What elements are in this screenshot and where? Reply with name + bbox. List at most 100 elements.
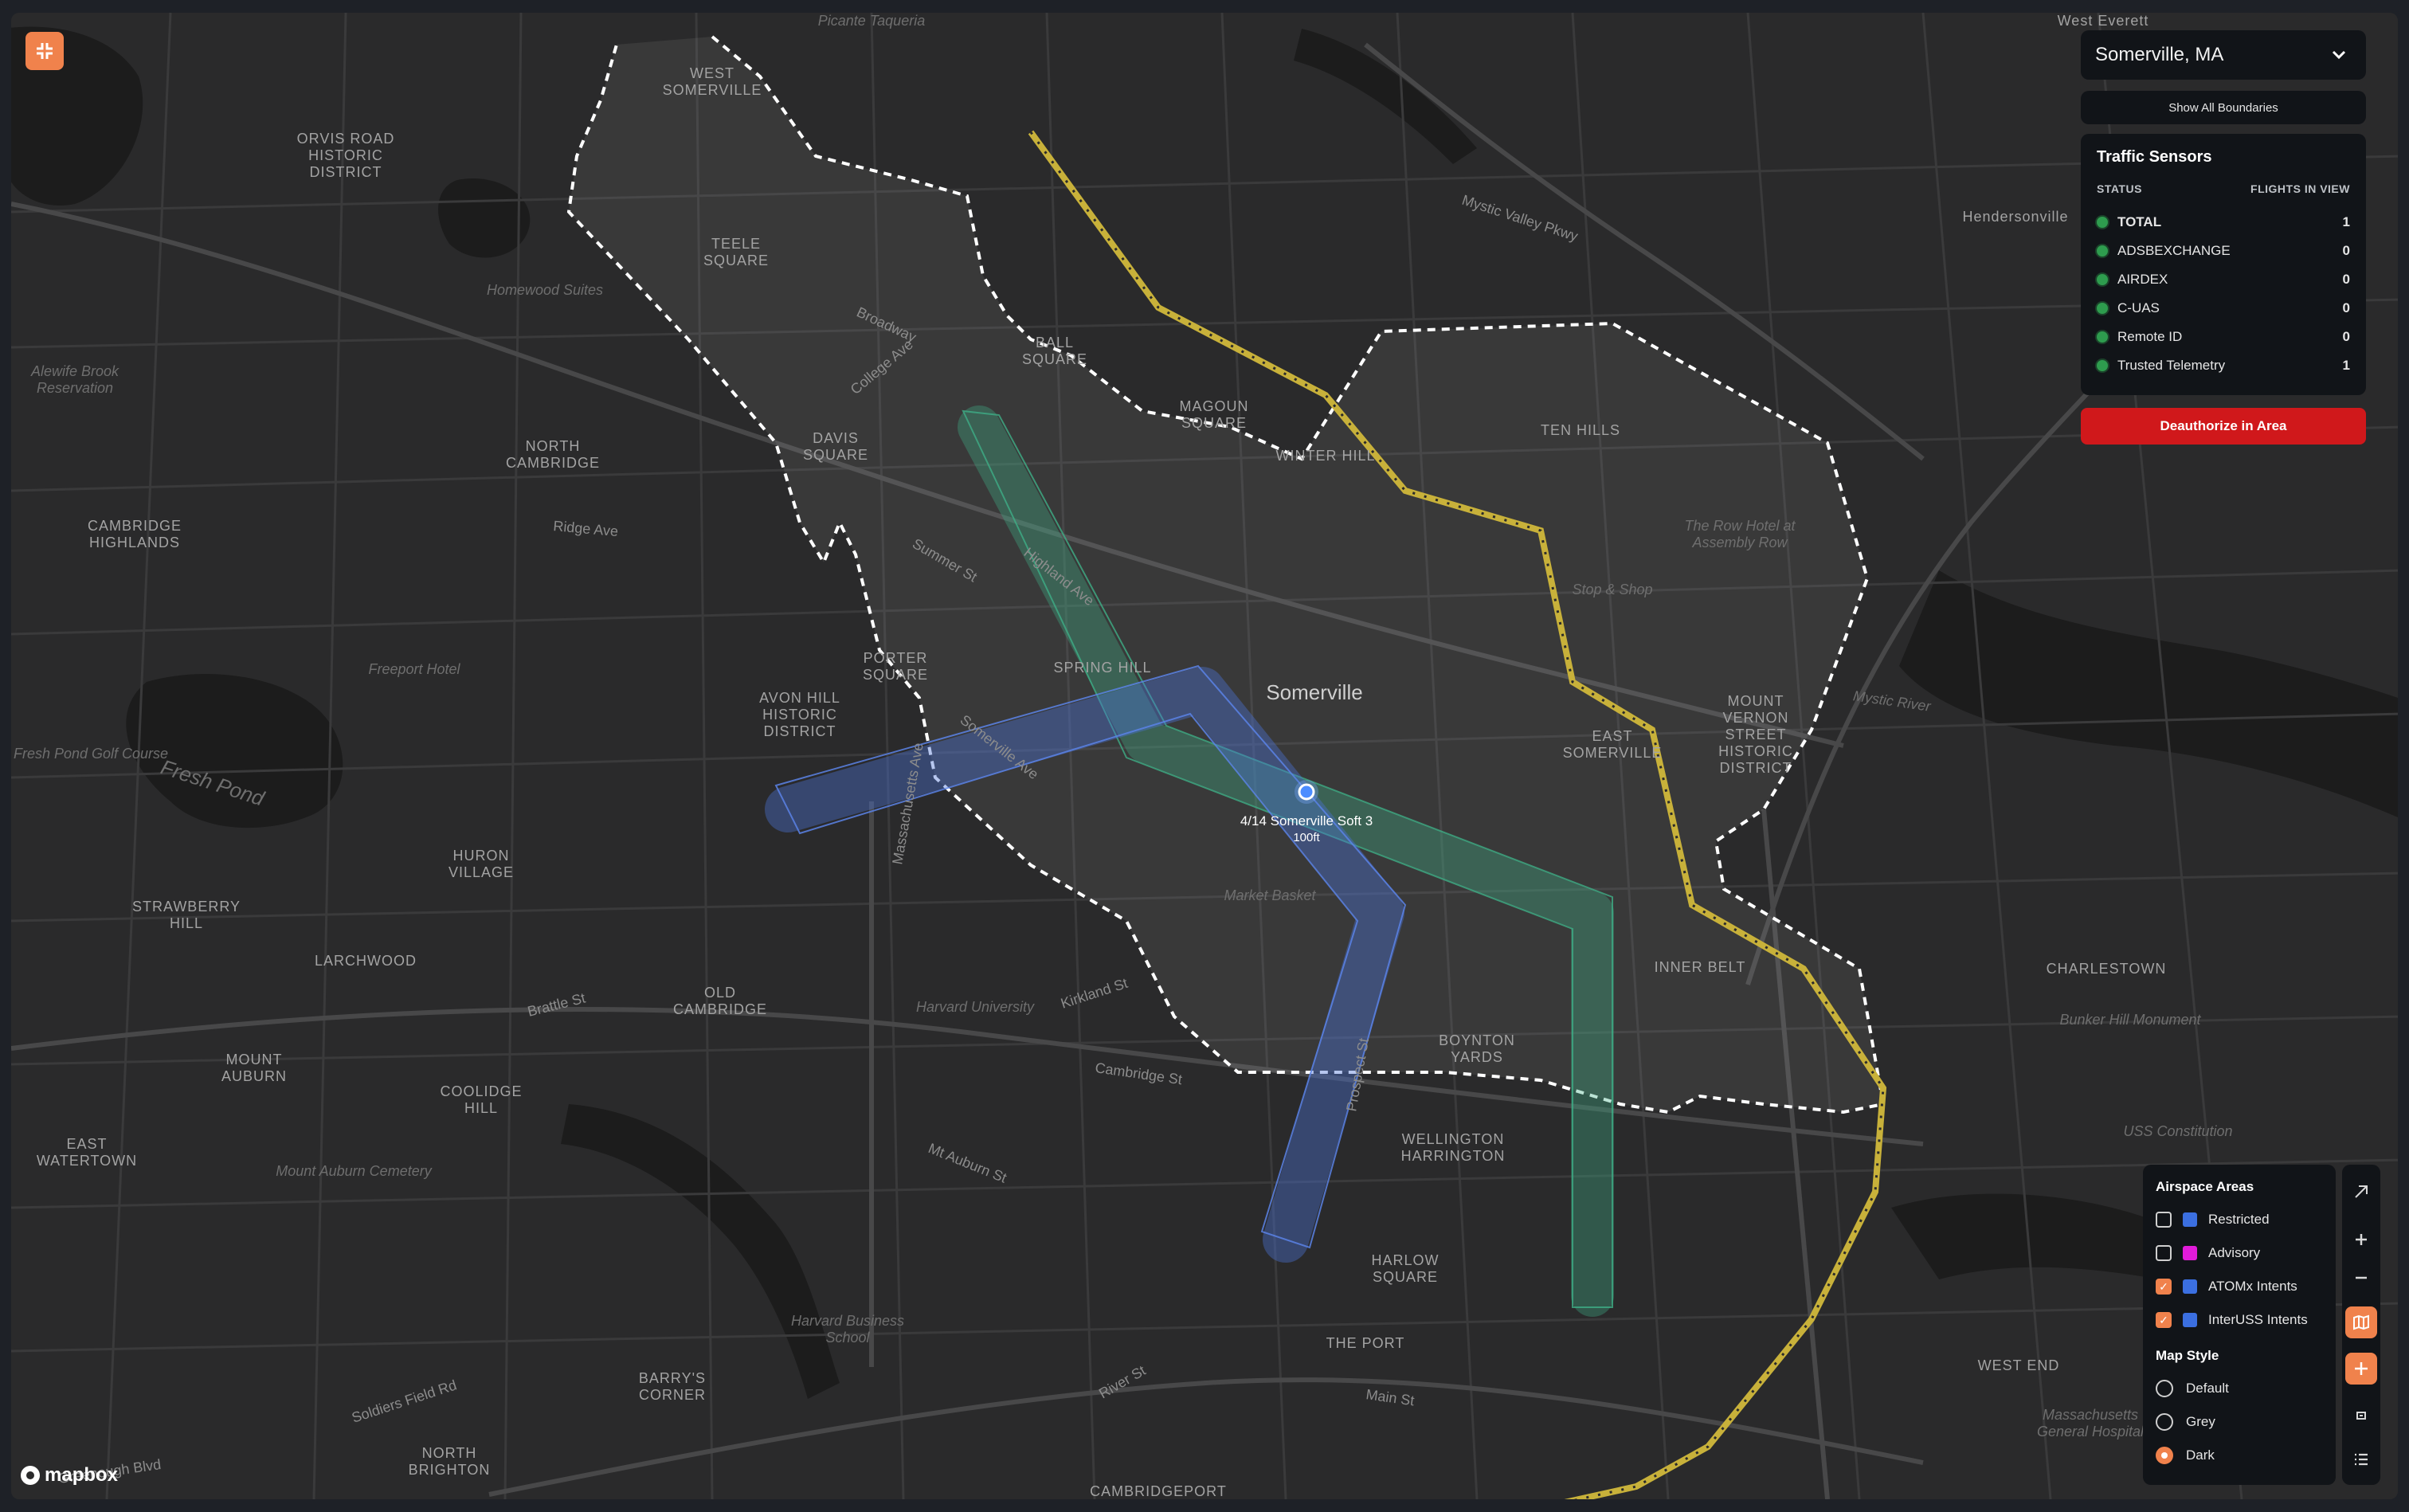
label-line: SPRING HILL [1053,660,1151,676]
airspace-toggle-atomx[interactable]: ATOMx Intents [2156,1270,2323,1303]
label-line: HARRINGTON [1401,1148,1506,1164]
place-label: OLD CAMBRIDGE [673,985,767,1017]
street-label: Brattle St [526,990,587,1020]
poi-label: USS Constitution [2123,1123,2232,1139]
color-swatch [2183,1279,2197,1294]
sensor-table-header: STATUS FLIGHTS IN VIEW [2097,182,2350,195]
zoom-in-button[interactable] [2345,1224,2377,1255]
label-line: BARRY'S [639,1370,706,1386]
label-line: EAST [66,1136,107,1152]
compass-button[interactable] [2345,1176,2377,1208]
label-line: HISTORIC [308,147,383,163]
compass-icon [2355,1185,2368,1198]
place-label: DAVIS SQUARE [803,430,868,463]
place-label: ORVIS ROAD HISTORIC DISTRICT [297,131,395,180]
airspace-toggle-advisory[interactable]: Advisory [2156,1236,2323,1270]
map-style-label: Default [2186,1381,2229,1396]
pond-north [438,178,531,258]
airspace-toggle-interuss[interactable]: InterUSS Intents [2156,1303,2323,1337]
label-line: Homewood Suites [487,282,603,298]
label-line: CAMBRIDGE [506,455,600,471]
airspace-toggle-restricted[interactable]: Restricted [2156,1203,2323,1236]
map-layers-button[interactable] [2345,1306,2377,1338]
radio-button[interactable] [2156,1447,2173,1464]
checkbox[interactable] [2156,1279,2172,1295]
poi-label: Massachusetts General Hospital [2037,1407,2145,1440]
poi-label: Stop & Shop [1572,582,1652,597]
sensor-count: 0 [2342,272,2350,287]
place-label: LARCHWOOD [315,953,417,969]
color-swatch [2183,1212,2197,1227]
label-line: DISTRICT [1720,760,1792,776]
map-style-dark[interactable]: Dark [2156,1439,2323,1472]
drone-icon [2356,1412,2366,1420]
sensor-row: AIRDEX 0 [2097,265,2350,294]
label-line: HIGHLANDS [89,535,180,550]
fullscreen-toggle-button[interactable] [25,32,64,70]
street-label: Mystic Valley Pkwy [1460,192,1580,245]
drone-label: 4/14 Somerville Soft 3 [1240,813,1373,828]
place-label: WELLINGTON HARRINGTON [1401,1131,1506,1164]
sensor-name: Trusted Telemetry [2117,358,2226,373]
airspace-legend-panel: Airspace Areas Restricted Advisory ATOMx… [2143,1165,2336,1485]
radio-button[interactable] [2156,1413,2173,1431]
label-line: Bunker Hill Monument [2059,1012,2201,1028]
sensor-panel-title: Traffic Sensors [2097,148,2212,166]
label-line: WEST END [1978,1357,2060,1373]
poi-label: Homewood Suites [487,282,603,298]
poi-label: Picante Taqueria [818,13,925,29]
label-line: PORTER [864,650,928,666]
mapbox-logo[interactable]: mapbox [21,1464,118,1487]
flights-column-header: FLIGHTS IN VIEW [2250,182,2350,195]
mapbox-logo-text: mapbox [45,1464,119,1486]
sensor-name: C-UAS [2117,300,2160,315]
label-line: Harvard Business [791,1313,904,1329]
label-line: LARCHWOOD [315,953,417,969]
label-line: STREET [1725,727,1786,742]
map-layer[interactable]: 4/14 Somerville Soft 3 100ft Somerville … [11,13,2398,1499]
label-line: West Everett [2058,13,2149,29]
zoom-out-button[interactable] [2345,1262,2377,1294]
poi-label: Mystic River [1852,687,1933,715]
map-canvas[interactable]: 4/14 Somerville Soft 3 100ft Somerville … [11,13,2398,1499]
map-style-grey[interactable]: Grey [2156,1405,2323,1439]
checkbox[interactable] [2156,1212,2172,1228]
list-view-button[interactable] [2345,1443,2377,1475]
sensor-row: TOTAL 1 [2097,208,2350,237]
label-line: USS Constitution [2123,1123,2232,1139]
radio-button[interactable] [2156,1380,2173,1397]
region-select[interactable]: Somerville, MA [2081,30,2366,80]
airspace-label: ATOMx Intents [2208,1279,2297,1294]
show-all-boundaries-button[interactable]: Show All Boundaries [2081,91,2366,124]
label-line: CAMBRIDGEPORT [1090,1483,1227,1499]
label-line: SQUARE [803,447,868,463]
place-label: CAMBRIDGEPORT [1090,1483,1227,1499]
sensor-count: 1 [2342,214,2350,229]
label-line: Mystic River [1852,687,1933,715]
label-line: CORNER [639,1387,706,1403]
map-style-label: Grey [2186,1414,2215,1429]
street-label: Main St [1365,1386,1415,1408]
place-label: MAGOUN SQUARE [1180,398,1249,431]
place-label: SPRING HILL [1053,660,1151,676]
charles-river-upper [561,1104,840,1399]
label-line: Assembly Row [1691,535,1788,550]
place-label: INNER BELT [1655,959,1746,975]
drone-view-button[interactable] [2345,1399,2377,1431]
label-line: YARDS [1451,1049,1503,1065]
deauthorize-in-area-button[interactable]: Deauthorize in Area [2081,408,2366,445]
poi-label: Fresh Pond Golf Course [14,746,168,762]
chevron-down-icon [2332,50,2346,60]
checkbox[interactable] [2156,1245,2172,1261]
place-label: MOUNT VERNON STREET HISTORIC DISTRICT [1718,693,1793,776]
add-area-button[interactable] [2345,1353,2377,1385]
traffic-sensors-panel: Traffic Sensors STATUS FLIGHTS IN VIEW T… [2081,134,2366,395]
checkbox[interactable] [2156,1312,2172,1328]
list-icon [2355,1453,2368,1466]
sensor-row: ADSBEXCHANGE 0 [2097,237,2350,265]
label-line: DISTRICT [764,723,836,739]
map-style-default[interactable]: Default [2156,1372,2323,1405]
road [11,298,2398,349]
place-label: NORTH BRIGHTON [409,1445,491,1478]
drone-marker[interactable] [1298,783,1315,801]
